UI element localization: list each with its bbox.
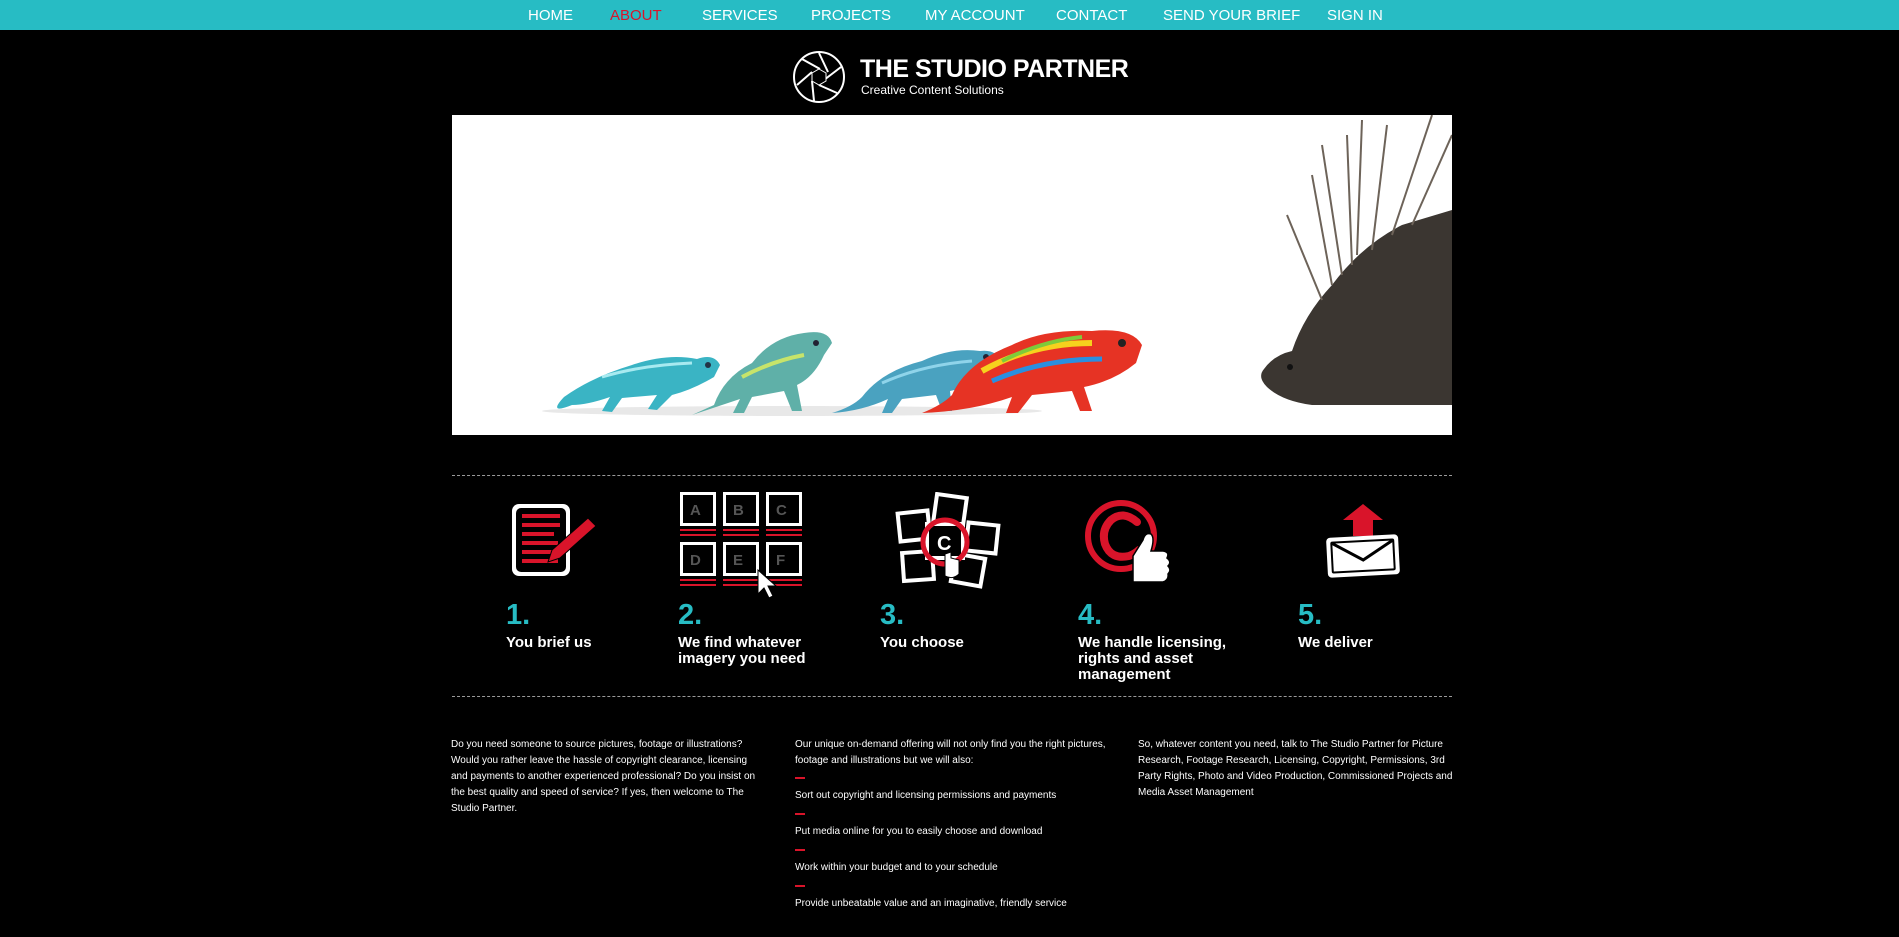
nav-about[interactable]: ABOUT [610,7,662,24]
grid-letter-f: F [776,552,785,569]
service-list-item: Provide unbeatable value and an imaginat… [795,898,1067,909]
grid-letter-d: D [690,552,701,569]
intro-middle-column: Our unique on-demand offering will not o… [795,737,1115,927]
divider-top [452,475,1452,476]
intro-left-text: Do you need someone to source pictures, … [451,739,756,814]
nav-projects[interactable]: PROJECTS [811,7,891,24]
list-dash [795,813,805,815]
grid-letter-a: A [690,502,701,519]
hero-image [452,115,1452,435]
brief-pad-icon [512,504,597,576]
site-logo[interactable]: THE STUDIO PARTNER Creative Content Solu… [792,50,1129,104]
aperture-logo-icon [793,51,845,103]
nav-services[interactable]: SERVICES [702,7,778,24]
envelope-upload-icon [1326,504,1400,578]
grid-letter-c: C [776,502,787,519]
list-dash [795,885,805,887]
nav-send-your-brief[interactable]: SEND YOUR BRIEF [1163,7,1300,24]
service-list-item: Work within your budget and to your sche… [795,862,998,873]
image-grid-icon: A B C D E F [680,492,802,599]
list-dash [795,777,805,779]
step-5-label: We deliver [1298,634,1373,651]
intro-right-text: So, whatever content you need, talk to T… [1138,739,1453,798]
step-1-number: 1. [506,599,531,631]
step-4-number: 4. [1078,599,1103,631]
step-2-number: 2. [678,599,703,631]
step-3-label: You choose [880,634,964,651]
brand-name: THE STUDIO PARTNER [860,55,1129,83]
service-list-item: Put media online for you to easily choos… [795,826,1043,837]
step-2-label: We find whatever imagery you need [678,634,806,667]
step-1-label: You brief us [506,634,592,651]
intro-right-column: So, whatever content you need, talk to T… [1138,737,1453,801]
brand-tagline: Creative Content Solutions [861,83,1004,97]
nav-contact[interactable]: CONTACT [1056,7,1127,24]
intro-left-column: Do you need someone to source pictures, … [451,737,761,817]
grid-letter-e: E [733,552,743,569]
service-list-item: Sort out copyright and licensing permiss… [795,790,1057,801]
nav-home[interactable]: HOME [528,7,573,24]
copyright-thumbs-up-icon [1085,500,1171,583]
intro-middle-text: Our unique on-demand offering will not o… [795,739,1106,766]
step-3-number: 3. [880,599,905,631]
choice-letter: C [937,533,951,555]
list-dash [795,849,805,851]
grid-letter-b: B [733,502,744,519]
top-navigation-bar: HOME ABOUT SERVICES PROJECTS MY ACCOUNT … [0,0,1899,30]
nav-sign-in[interactable]: SIGN IN [1327,7,1383,24]
nav-my-account[interactable]: MY ACCOUNT [925,7,1025,24]
step-5-number: 5. [1298,599,1323,631]
step-4-label: We handle licensing, rights and asset ma… [1078,634,1227,683]
choose-photos-icon: C [895,492,1001,589]
divider-bottom [452,696,1452,697]
